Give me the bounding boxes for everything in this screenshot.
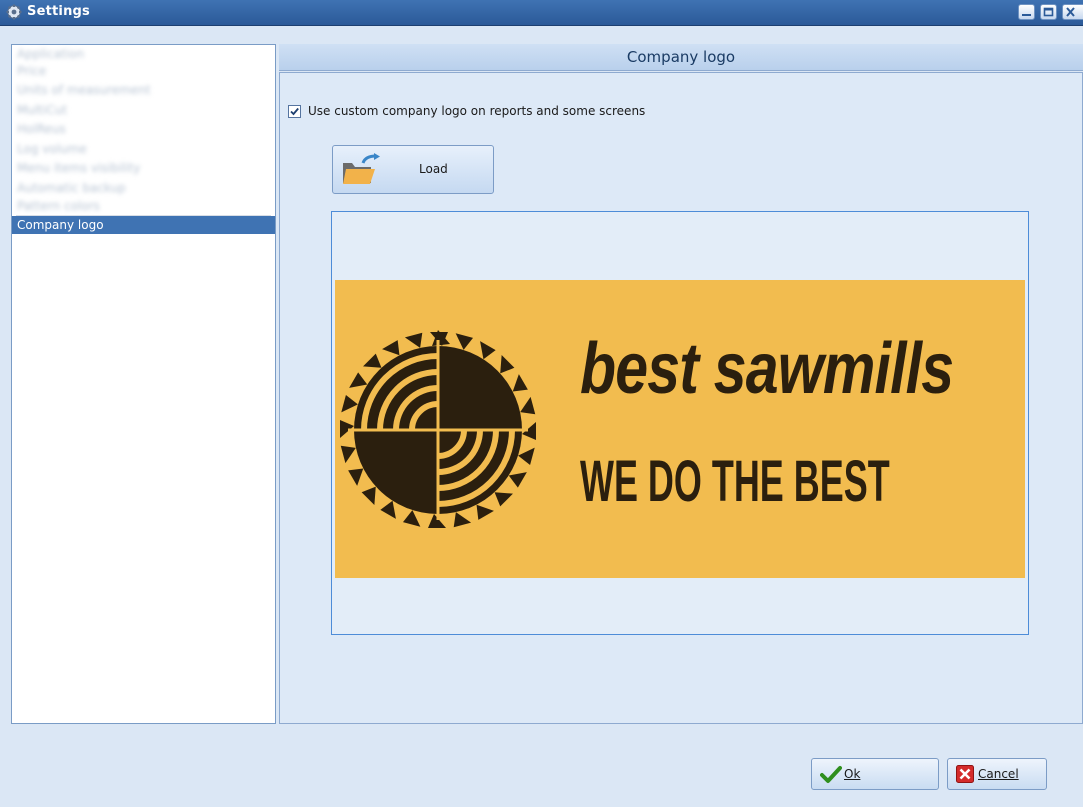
sidebar-item-price[interactable]: Price <box>12 63 275 80</box>
sidebar-item-company-logo[interactable]: Company logo <box>12 216 275 234</box>
logo-brand-text: best sawmills <box>580 329 954 409</box>
saw-blade-icon <box>340 330 536 528</box>
ok-button[interactable]: Ok <box>811 758 939 790</box>
cancel-x-icon <box>956 765 974 783</box>
checkmark-icon <box>290 107 299 116</box>
close-icon <box>1066 7 1075 17</box>
maximize-icon <box>1043 7 1054 17</box>
cancel-button-label: Cancel <box>978 767 1019 781</box>
title-bar[interactable]: Settings <box>0 0 1083 26</box>
window-title: Settings <box>27 4 90 19</box>
cancel-button[interactable]: Cancel <box>947 758 1047 790</box>
sidebar-item-menu-visibility[interactable]: Menu items visibility <box>12 158 275 179</box>
sidebar-item-multicut[interactable]: MultiCut <box>12 101 275 119</box>
load-button-label: Load <box>419 162 448 176</box>
close-button[interactable] <box>1062 4 1083 20</box>
folder-open-icon <box>343 153 380 184</box>
settings-category-list[interactable]: Application Price Units of measurement M… <box>11 44 276 724</box>
gear-icon <box>6 4 22 20</box>
checkmark-icon <box>820 766 842 783</box>
panel-content: Use custom company logo on reports and s… <box>279 72 1083 724</box>
minimize-button[interactable] <box>1018 4 1035 20</box>
load-logo-button[interactable]: Load <box>332 145 494 194</box>
dialog-footer: Ok Cancel <box>0 724 1083 807</box>
ok-button-label: Ok <box>844 767 861 781</box>
settings-panel: Company logo Use custom company logo on … <box>279 44 1083 724</box>
sidebar-item-application[interactable]: Application <box>12 45 275 63</box>
sidebar-item-automatic-backup[interactable]: Automatic backup <box>12 179 275 197</box>
panel-title: Company logo <box>279 44 1083 71</box>
minimize-icon <box>1022 14 1031 16</box>
settings-window: Settings Application Price Units of meas… <box>0 0 1083 807</box>
custom-logo-checkbox-label: Use custom company logo on reports and s… <box>308 104 646 118</box>
sidebar-item-log-volume[interactable]: Log volume <box>12 140 275 158</box>
custom-logo-checkbox[interactable] <box>288 105 301 118</box>
logo-preview-frame: best sawmills WE DO THE BEST <box>331 211 1029 635</box>
logo-tagline-text: WE DO THE BEST <box>580 449 890 514</box>
sidebar-item-units[interactable]: Units of measurement <box>12 80 275 101</box>
sidebar-item-holreus[interactable]: HolReus <box>12 119 275 140</box>
company-logo-image: best sawmills WE DO THE BEST <box>335 280 1025 578</box>
sidebar-item-pattern-colors[interactable]: Pattern colors <box>12 197 275 215</box>
maximize-button[interactable] <box>1040 4 1057 20</box>
